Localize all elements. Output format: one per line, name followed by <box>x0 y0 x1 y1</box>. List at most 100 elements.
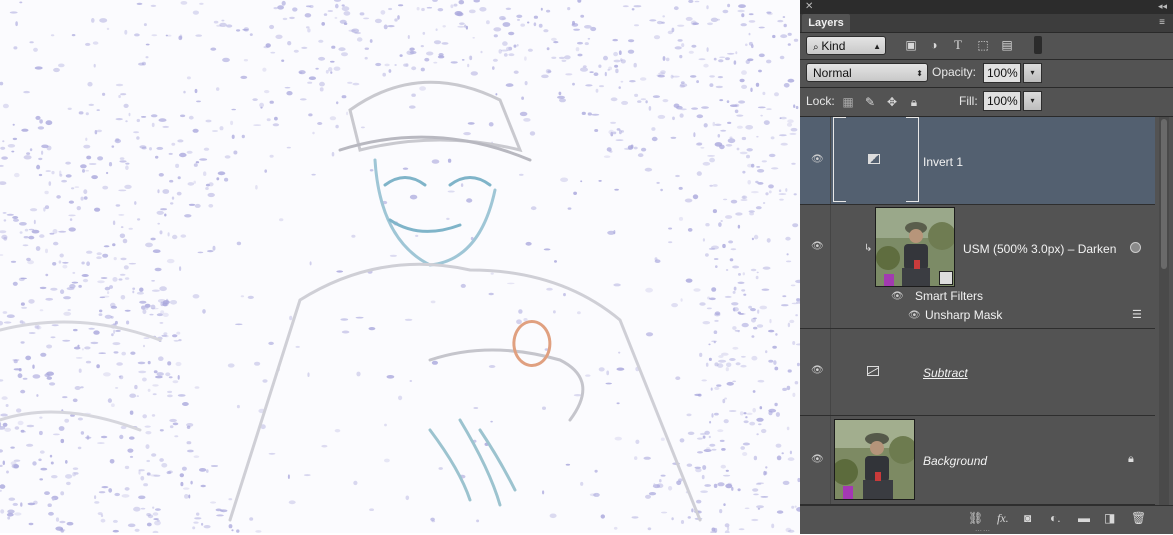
canvas-speckle <box>152 384 159 387</box>
adjustment-filter-icon[interactable]: ◑ <box>927 38 941 52</box>
canvas-speckle <box>755 275 759 280</box>
tab-layers[interactable]: Layers <box>802 14 850 32</box>
canvas-speckle <box>741 136 747 141</box>
new-layer-icon[interactable]: ◨ <box>1104 511 1115 525</box>
canvas-speckle <box>726 362 732 368</box>
layers-scrollbar[interactable] <box>1159 117 1169 505</box>
shape-filter-icon[interactable]: ⬚ <box>976 38 990 52</box>
visibility-cell[interactable]: 👁︎ <box>800 117 831 204</box>
smart-filters-label[interactable]: Smart Filters <box>915 289 983 303</box>
eye-icon[interactable]: 👁︎ <box>891 291 904 302</box>
canvas-speckle <box>184 494 189 499</box>
lock-position-icon[interactable]: ✥ <box>886 95 898 109</box>
eye-icon[interactable]: 👁︎ <box>811 365 824 376</box>
layer-name[interactable]: Invert 1 <box>923 155 963 169</box>
document-canvas[interactable] <box>0 0 800 533</box>
layer-row-background[interactable]: 👁︎ Background 🔒︎ <box>800 416 1155 505</box>
canvas-speckle <box>633 5 642 8</box>
layer-name[interactable]: USM (500% 3.0px) – Darken <box>963 242 1116 256</box>
opacity-dropdown-button[interactable]: ▾ <box>1023 63 1042 83</box>
canvas-speckle <box>630 144 634 149</box>
canvas-speckle <box>102 92 106 96</box>
layer-thumbnail <box>875 207 955 287</box>
canvas-speckle <box>616 367 625 371</box>
fill-field[interactable]: 100% <box>983 91 1021 111</box>
lock-transparent-icon[interactable]: ▦ <box>842 95 854 109</box>
visibility-cell[interactable]: 👁︎ <box>800 205 831 328</box>
canvas-speckle <box>714 319 719 322</box>
layer-row-subtract[interactable]: 👁︎ Subtract <box>800 329 1155 416</box>
scrollbar-thumb[interactable] <box>1161 119 1167 269</box>
collapse-icon[interactable]: ◂◂ <box>1158 0 1167 13</box>
eye-icon[interactable]: 👁︎ <box>811 154 824 165</box>
canvas-speckle <box>94 501 100 504</box>
canvas-speckle <box>174 435 179 438</box>
canvas-speckle <box>2 460 5 466</box>
canvas-speckle <box>618 50 622 55</box>
visibility-cell[interactable]: 👁︎ <box>800 416 831 504</box>
canvas-speckle <box>13 46 18 50</box>
panel-menu-icon[interactable]: ≡ <box>1159 18 1165 28</box>
canvas-speckle <box>7 516 11 520</box>
smart-object-filter-icon[interactable]: ▤ <box>1000 38 1014 52</box>
add-mask-icon[interactable]: ◙ <box>1024 511 1031 525</box>
invert-adjustment-icon <box>868 154 880 164</box>
canvas-speckle <box>565 73 573 76</box>
link-layers-icon[interactable]: ⛓ <box>968 511 983 525</box>
filter-kind-select[interactable]: ⌕ Kind ▲ <box>806 36 886 55</box>
lock-all-icon[interactable]: 🔒︎ <box>908 95 920 109</box>
eye-icon[interactable]: 👁︎ <box>908 310 921 321</box>
canvas-speckle <box>741 70 747 75</box>
image-filter-icon[interactable]: ▣ <box>904 38 918 52</box>
opacity-field[interactable]: 100% <box>983 63 1021 83</box>
new-adjustment-icon[interactable]: ◐. <box>1050 511 1061 525</box>
visibility-cell[interactable]: 👁︎ <box>800 329 831 415</box>
canvas-speckle <box>85 137 88 141</box>
resize-grip-icon[interactable]: ⋯⋯ <box>975 527 991 535</box>
canvas-speckle <box>301 46 308 50</box>
canvas-speckle <box>719 56 726 59</box>
canvas-speckle <box>710 387 713 391</box>
canvas-speckle <box>610 97 618 102</box>
eye-icon[interactable]: 👁︎ <box>811 241 824 252</box>
type-filter-icon[interactable]: T <box>951 38 965 52</box>
filter-name[interactable]: Unsharp Mask <box>925 308 1002 322</box>
close-icon[interactable]: ✕ <box>805 0 813 13</box>
canvas-speckle <box>157 222 160 225</box>
canvas-speckle <box>554 260 557 263</box>
canvas-speckle <box>197 251 204 254</box>
canvas-speckle <box>558 56 565 60</box>
canvas-speckle <box>138 370 147 374</box>
layer-name[interactable]: Subtract <box>923 366 968 380</box>
canvas-speckle <box>752 390 756 393</box>
canvas-speckle <box>741 289 746 292</box>
eye-icon[interactable]: 👁︎ <box>811 454 824 465</box>
fx-icon[interactable]: fx. <box>997 511 1009 525</box>
trash-icon[interactable]: 🗑︎ <box>1131 511 1146 525</box>
canvas-speckle <box>273 7 278 10</box>
layer-name[interactable]: Background <box>923 454 987 468</box>
canvas-speckle <box>12 137 18 141</box>
layer-row-usm[interactable]: 👁︎ ↳ USM (500% 3.0px) – Darken 👁︎ Smart … <box>800 205 1155 329</box>
canvas-speckle <box>22 244 29 247</box>
canvas-speckle <box>330 60 335 63</box>
canvas-speckle <box>100 277 108 279</box>
canvas-speckle <box>176 191 182 196</box>
lock-image-icon[interactable]: ✎ <box>864 95 876 109</box>
layer-row-invert-1[interactable]: 👁︎ Invert 1 <box>800 117 1155 205</box>
new-group-icon[interactable]: ▬ <box>1078 511 1090 525</box>
canvas-speckle <box>761 428 767 434</box>
filter-options-icon[interactable]: ☰ <box>1132 308 1142 321</box>
filter-toggle-icon[interactable] <box>1034 36 1042 54</box>
canvas-speckle <box>115 387 119 389</box>
canvas-speckle <box>32 374 41 379</box>
canvas-speckle <box>170 202 174 205</box>
canvas-speckle <box>186 76 191 80</box>
blend-mode-select[interactable]: Normal ⬍ <box>806 63 928 82</box>
layers-panel: ✕ ◂◂ Layers ≡ ⌕ Kind ▲ ▣ ◑ T ⬚ ▤ Normal … <box>800 0 1173 535</box>
fill-dropdown-button[interactable]: ▾ <box>1023 91 1042 111</box>
canvas-speckle <box>486 20 490 25</box>
canvas-speckle <box>529 131 536 136</box>
canvas-speckle <box>775 333 778 336</box>
canvas-speckle <box>635 439 640 444</box>
